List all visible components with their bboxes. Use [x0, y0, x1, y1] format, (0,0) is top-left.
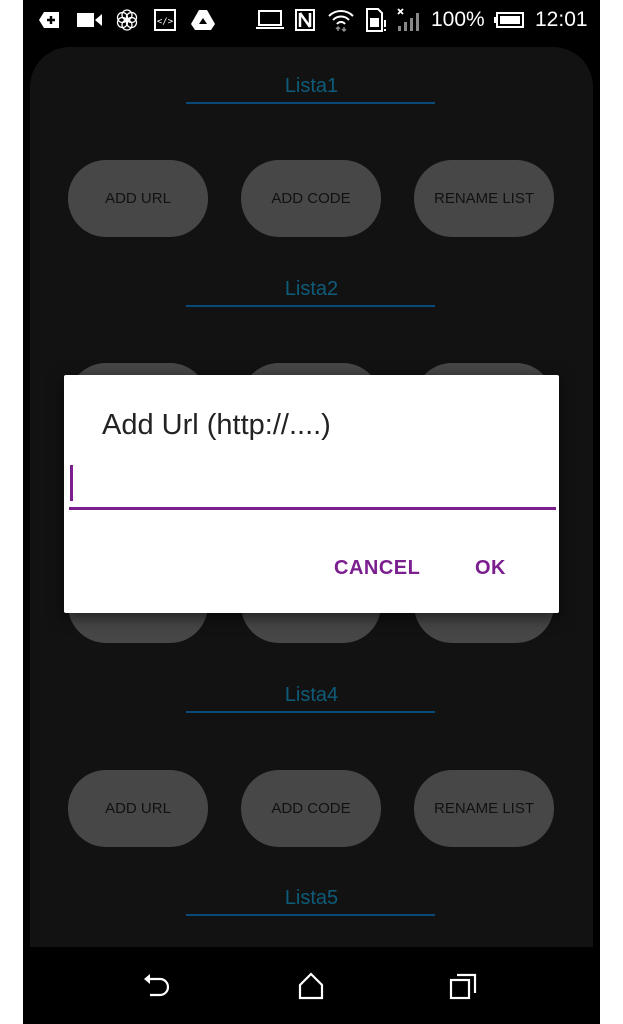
- text-cursor: [70, 465, 73, 501]
- list-title[interactable]: Lista1: [30, 75, 593, 98]
- add-notification-icon: [37, 8, 61, 32]
- laptop-icon: [255, 8, 285, 32]
- video-camera-icon: [77, 8, 103, 32]
- battery-percent: 100%: [431, 8, 485, 31]
- add-code-button[interactable]: ADD CODE: [241, 770, 381, 847]
- flower-app-icon: [115, 8, 139, 32]
- signal-icon: [396, 8, 422, 32]
- list-title-underline: [186, 914, 435, 916]
- drive-icon: [189, 8, 217, 32]
- home-icon[interactable]: [291, 970, 331, 1002]
- list-title[interactable]: Lista5: [30, 887, 593, 910]
- svg-text:</>: </>: [157, 17, 174, 27]
- dialog-title: Add Url (http://....): [102, 409, 331, 441]
- list-title-underline: [186, 102, 435, 104]
- wifi-icon: [326, 8, 356, 32]
- sim-alert-icon: [365, 8, 389, 32]
- rename-list-button[interactable]: RENAME LIST: [414, 160, 554, 237]
- clock: 12:01: [535, 8, 588, 31]
- list-title[interactable]: Lista4: [30, 684, 593, 707]
- back-icon[interactable]: [137, 970, 177, 1002]
- code-app-icon: </>: [153, 8, 177, 32]
- url-input[interactable]: [69, 463, 556, 510]
- add-code-button[interactable]: ADD CODE: [241, 160, 381, 237]
- navigation-bar: [23, 948, 600, 1024]
- list-title-underline: [186, 305, 435, 307]
- list-title-underline: [186, 711, 435, 713]
- add-url-button[interactable]: ADD URL: [68, 770, 208, 847]
- nfc-icon: [293, 8, 317, 32]
- add-url-dialog: Add Url (http://....) CANCEL OK: [64, 375, 559, 613]
- battery-icon: [493, 8, 525, 32]
- rename-list-button[interactable]: RENAME LIST: [414, 770, 554, 847]
- list-title[interactable]: Lista2: [30, 278, 593, 301]
- add-url-button[interactable]: ADD URL: [68, 160, 208, 237]
- status-bar: </> 100% 12:01: [23, 0, 600, 42]
- recents-icon[interactable]: [443, 970, 483, 1002]
- cancel-button[interactable]: CANCEL: [334, 557, 420, 580]
- ok-button[interactable]: OK: [475, 557, 506, 580]
